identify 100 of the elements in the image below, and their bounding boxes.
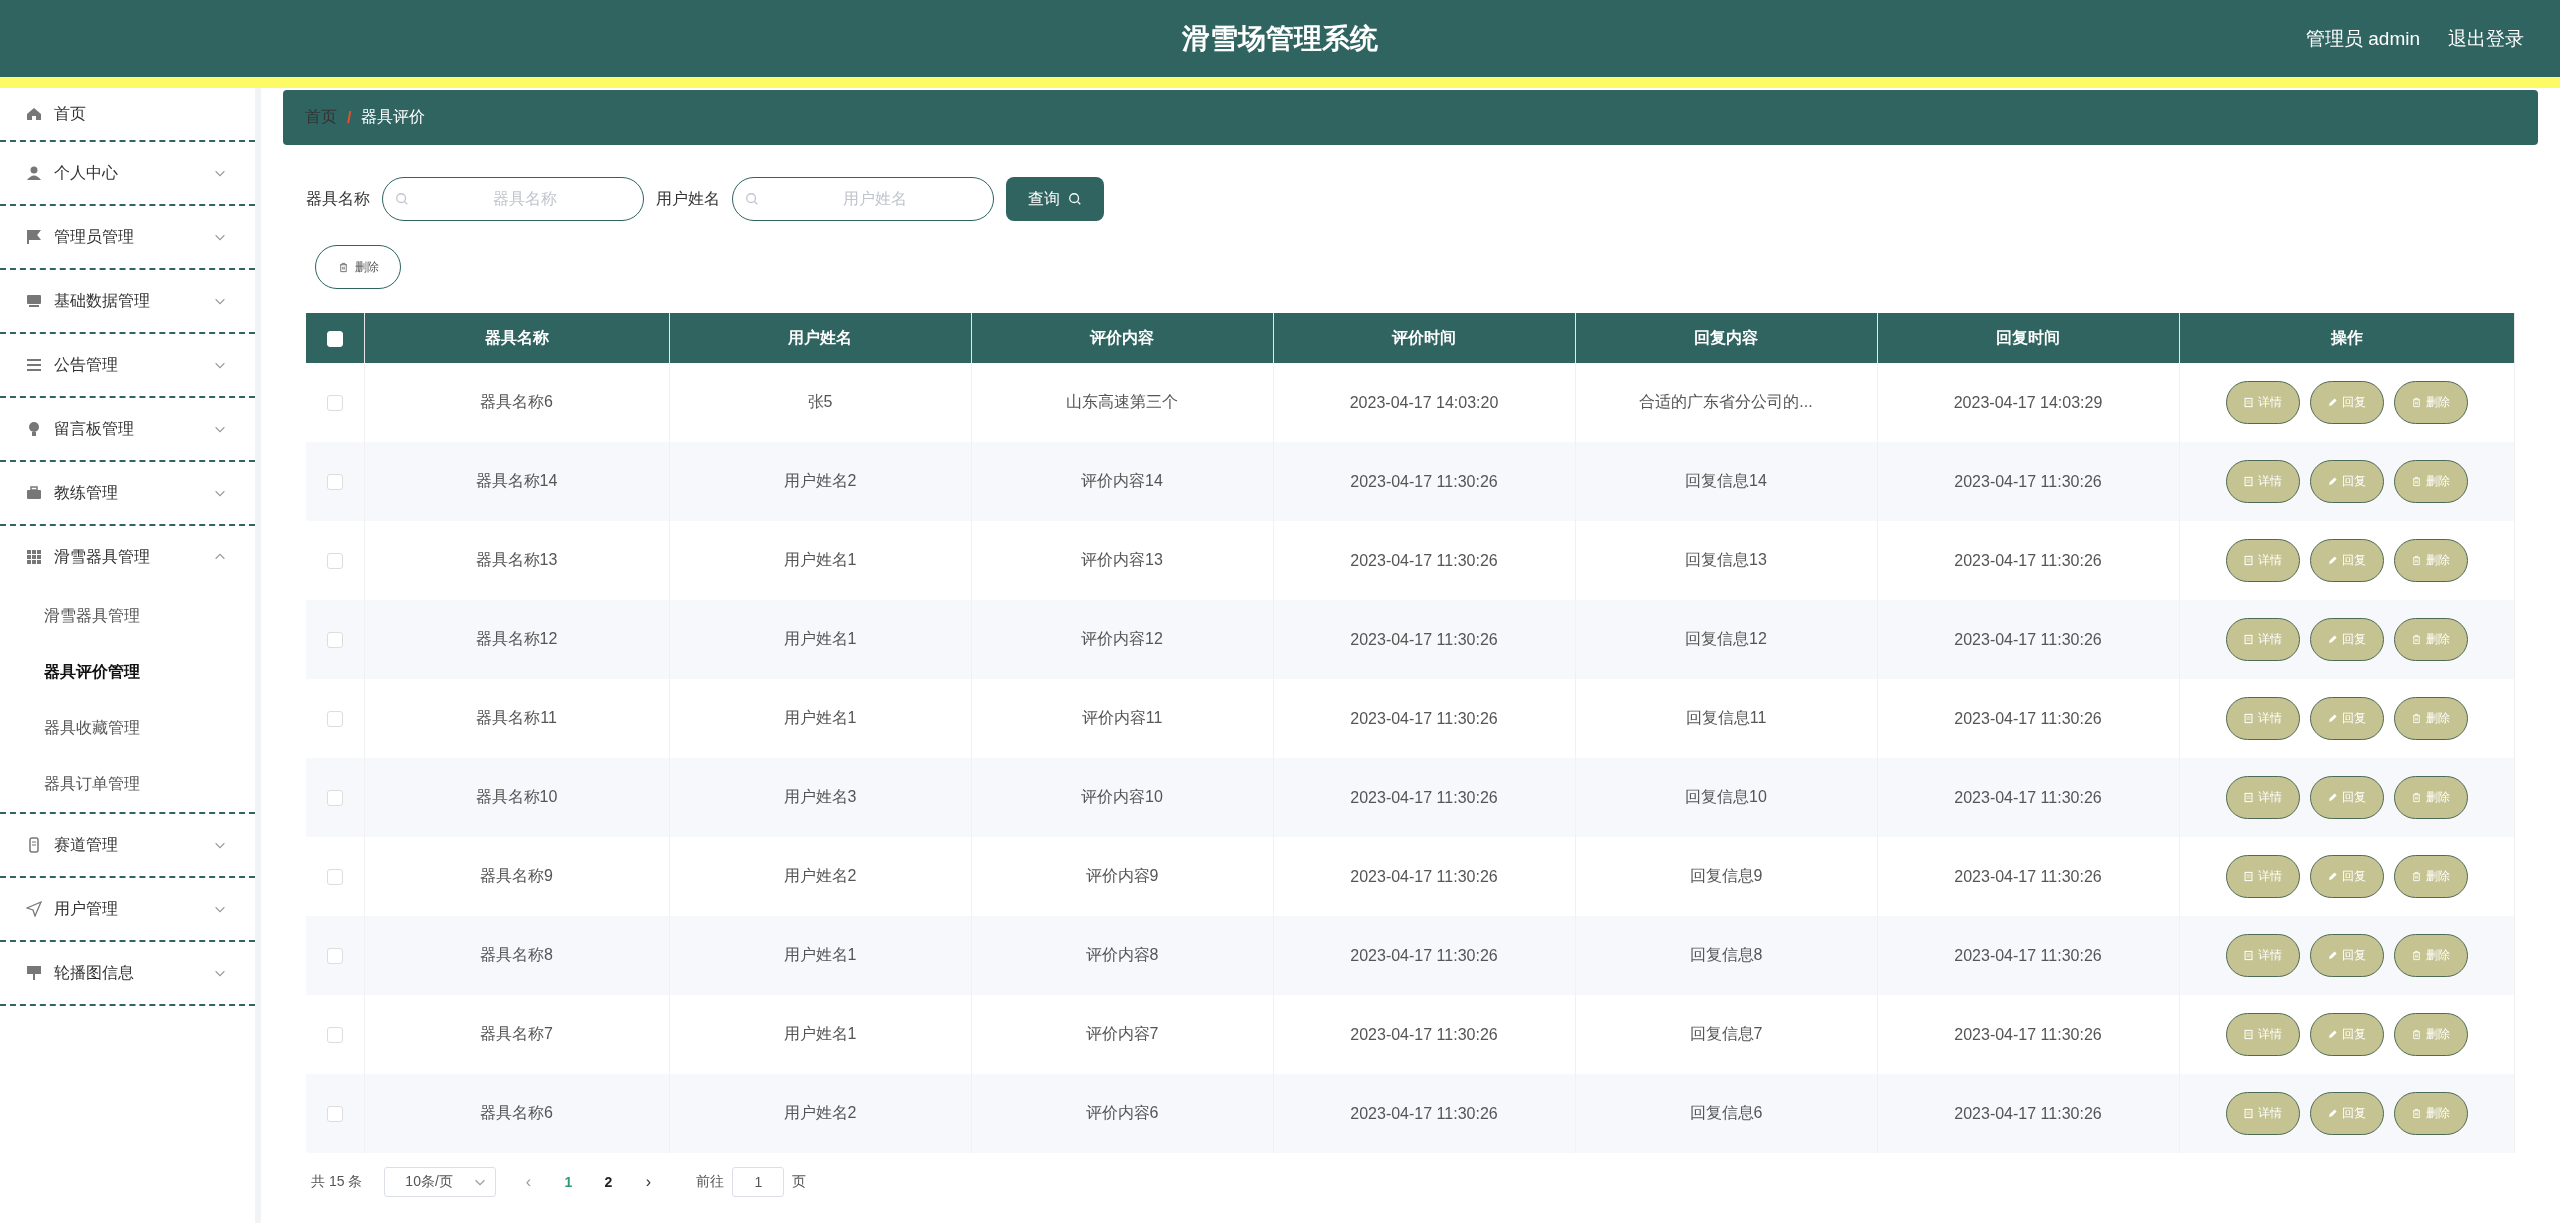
action-button[interactable]: 详情 — [2225, 855, 2300, 898]
table-cell: 器具名称6 — [364, 1074, 669, 1153]
table-cell: 2023-04-17 11:30:26 — [1877, 916, 2179, 995]
action-button[interactable]: 回复 — [2309, 460, 2384, 503]
home-icon — [26, 106, 42, 122]
document-icon — [2243, 1029, 2254, 1040]
search-label: 器具名称 — [306, 188, 370, 209]
table-cell: 用户姓名2 — [669, 442, 971, 521]
action-button[interactable]: 删除 — [2393, 697, 2468, 740]
pencil-icon — [2327, 950, 2338, 961]
action-button[interactable]: 删除 — [2393, 934, 2468, 977]
menu-item[interactable]: 留言板管理 — [0, 398, 255, 462]
menu-item[interactable]: 首页 — [0, 88, 255, 142]
total-count: 共 15 条 — [311, 1173, 363, 1191]
delete-button[interactable]: 删除 — [315, 245, 401, 289]
submenu-item[interactable]: 器具评价管理 — [0, 644, 255, 700]
table-cell: 用户姓名1 — [669, 600, 971, 679]
checkbox[interactable] — [326, 1106, 343, 1123]
action-button[interactable]: 回复 — [2309, 618, 2384, 661]
sign-icon — [26, 965, 42, 981]
menu-item[interactable]: 教练管理 — [0, 462, 255, 526]
menu-item[interactable]: 基础数据管理 — [0, 270, 255, 334]
checkbox[interactable] — [326, 711, 343, 728]
next-page-button[interactable]: › — [628, 1167, 669, 1197]
pencil-icon — [2327, 634, 2338, 645]
table-cell: 器具名称14 — [364, 442, 669, 521]
search-field[interactable]: 器具名称 — [382, 177, 644, 221]
action-button[interactable]: 删除 — [2393, 618, 2468, 661]
page-size-select[interactable]: 10条/页 — [384, 1167, 497, 1197]
action-button[interactable]: 回复 — [2309, 855, 2384, 898]
trash-icon — [2411, 713, 2422, 724]
table-cell: 回复信息8 — [1575, 916, 1877, 995]
logout-link[interactable]: 退出登录 — [2448, 25, 2524, 52]
grid-icon — [26, 549, 42, 565]
menu-item[interactable]: 个人中心 — [0, 142, 255, 206]
table-cell: 2023-04-17 11:30:26 — [1877, 600, 2179, 679]
action-button[interactable]: 详情 — [2225, 1013, 2300, 1056]
column-header: 器具名称 — [364, 313, 669, 363]
checkbox[interactable] — [326, 869, 343, 886]
table-cell: 2023-04-17 11:30:26 — [1273, 442, 1575, 521]
action-button[interactable]: 删除 — [2393, 1013, 2468, 1056]
table-cell: 2023-04-17 11:30:26 — [1877, 442, 2179, 521]
search-field[interactable]: 用户姓名 — [732, 177, 994, 221]
goto-label: 前往 — [696, 1173, 725, 1191]
action-button[interactable]: 删除 — [2393, 539, 2468, 582]
action-button[interactable]: 回复 — [2309, 776, 2384, 819]
checkbox[interactable] — [326, 948, 343, 965]
checkbox[interactable] — [326, 395, 343, 412]
action-button[interactable]: 回复 — [2309, 381, 2384, 424]
search-button[interactable]: 查询 — [1006, 177, 1104, 221]
checkbox[interactable] — [326, 474, 343, 491]
action-button[interactable]: 详情 — [2225, 618, 2300, 661]
list-icon — [26, 357, 42, 373]
trash-icon — [2411, 476, 2422, 487]
pencil-icon — [2327, 476, 2338, 487]
submenu-item[interactable]: 器具收藏管理 — [0, 700, 255, 756]
trash-icon — [2411, 871, 2422, 882]
table-cell: 2023-04-17 11:30:26 — [1273, 916, 1575, 995]
action-button[interactable]: 详情 — [2225, 934, 2300, 977]
search-icon — [1068, 192, 1082, 206]
phone-icon — [26, 837, 42, 853]
trash-icon — [337, 261, 349, 273]
action-button[interactable]: 删除 — [2393, 776, 2468, 819]
table-cell: 评价内容6 — [971, 1074, 1273, 1153]
checkbox[interactable] — [326, 790, 343, 807]
page-button[interactable]: 2 — [588, 1167, 629, 1197]
action-button[interactable]: 删除 — [2393, 381, 2468, 424]
table-cell: 评价内容12 — [971, 600, 1273, 679]
action-button[interactable]: 详情 — [2225, 697, 2300, 740]
action-button[interactable]: 删除 — [2393, 855, 2468, 898]
action-button[interactable]: 详情 — [2225, 539, 2300, 582]
action-button[interactable]: 回复 — [2309, 697, 2384, 740]
action-button[interactable]: 详情 — [2225, 776, 2300, 819]
action-button[interactable]: 详情 — [2225, 460, 2300, 503]
action-button[interactable]: 详情 — [2225, 1092, 2300, 1135]
menu-item[interactable]: 用户管理 — [0, 878, 255, 942]
action-button[interactable]: 删除 — [2393, 1092, 2468, 1135]
page-button[interactable]: 1 — [548, 1167, 589, 1197]
submenu-item[interactable]: 器具订单管理 — [0, 756, 255, 812]
checkbox[interactable] — [326, 1027, 343, 1044]
checkbox[interactable] — [326, 553, 343, 570]
menu-item[interactable]: 赛道管理 — [0, 814, 255, 878]
action-button[interactable]: 回复 — [2309, 539, 2384, 582]
menu-item[interactable]: 管理员管理 — [0, 206, 255, 270]
trash-icon — [2411, 634, 2422, 645]
submenu-item[interactable]: 滑雪器具管理 — [0, 588, 255, 644]
prev-page-button[interactable]: ‹ — [508, 1167, 549, 1197]
column-header: 回复时间 — [1877, 313, 2179, 363]
checkbox[interactable] — [326, 632, 343, 649]
action-button[interactable]: 详情 — [2225, 381, 2300, 424]
page-input[interactable]: 1 — [732, 1167, 785, 1197]
action-button[interactable]: 回复 — [2309, 1092, 2384, 1135]
table-cell: 2023-04-17 11:30:26 — [1273, 1074, 1575, 1153]
pencil-icon — [2327, 713, 2338, 724]
action-button[interactable]: 回复 — [2309, 934, 2384, 977]
menu-item[interactable]: 公告管理 — [0, 334, 255, 398]
action-button[interactable]: 回复 — [2309, 1013, 2384, 1056]
menu-item[interactable]: 滑雪器具管理 — [0, 526, 255, 588]
action-button[interactable]: 删除 — [2393, 460, 2468, 503]
menu-item[interactable]: 轮播图信息 — [0, 942, 255, 1006]
